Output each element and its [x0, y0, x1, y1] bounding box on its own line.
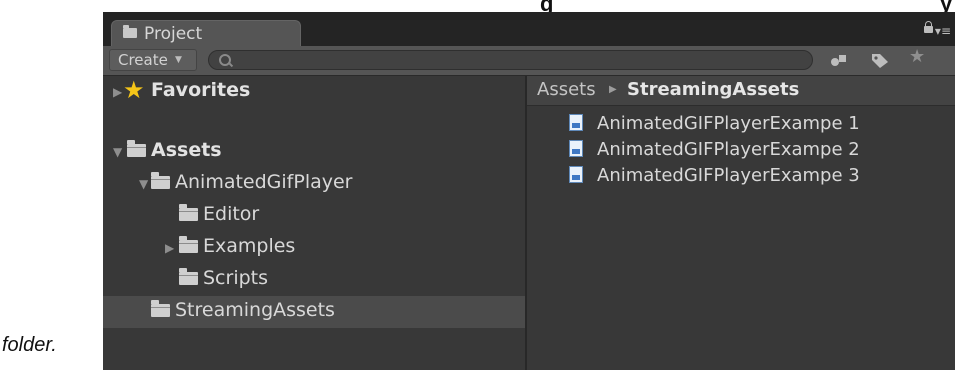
folder-tree: ▶ ★ Favorites ▼ Assets ▼ AnimatedGifPlay… [103, 76, 525, 370]
search-icon [219, 54, 231, 66]
tree-item-animated-gif-player[interactable]: ▼ AnimatedGifPlayer [103, 168, 525, 200]
search-by-label-icon[interactable] [871, 53, 889, 72]
breadcrumb-item-streaming-assets[interactable]: StreamingAssets [627, 79, 799, 100]
tree-item-editor[interactable]: Editor [103, 200, 525, 232]
file-item-label: AnimatedGIFPlayerExampe 1 [597, 113, 860, 134]
window-tab-bar: Project ▾≡ [103, 12, 955, 46]
file-item[interactable]: AnimatedGIFPlayerExampe 1 [527, 111, 955, 137]
file-item-label: AnimatedGIFPlayerExampe 3 [597, 165, 860, 186]
folder-icon [151, 300, 170, 317]
collapse-arrow-icon[interactable]: ▼ [113, 146, 122, 158]
tree-item-label: Scripts [203, 267, 269, 289]
document-heading-fragment: g y [0, 0, 955, 12]
folder-icon [151, 172, 170, 189]
create-button-label: Create [118, 51, 168, 69]
breadcrumb: Assets ▶ StreamingAssets [527, 76, 955, 106]
expand-arrow-icon[interactable]: ▶ [165, 242, 174, 254]
folder-icon [123, 25, 137, 38]
file-item[interactable]: AnimatedGIFPlayerExampe 3 [527, 163, 955, 189]
document-caption: folder. [2, 334, 57, 356]
expand-arrow-icon[interactable]: ▶ [113, 86, 122, 98]
lock-icon[interactable] [924, 21, 933, 33]
tree-item-label: Favorites [151, 79, 251, 101]
image-file-icon [569, 140, 583, 157]
breadcrumb-item-assets[interactable]: Assets [537, 79, 596, 100]
folder-icon [179, 236, 198, 253]
folder-icon [179, 204, 198, 221]
folder-icon [127, 140, 146, 157]
tab-project-label: Project [144, 24, 203, 44]
tree-item-label: Editor [203, 203, 260, 225]
folder-icon [179, 268, 198, 285]
search-field[interactable] [208, 50, 813, 70]
collapse-arrow-icon[interactable]: ▼ [139, 178, 148, 190]
search-by-type-icon[interactable] [830, 53, 848, 70]
favorites-star-icon[interactable]: ★ [909, 48, 925, 66]
tree-item-label: Examples [203, 235, 296, 257]
chevron-down-icon: ▼ [175, 55, 182, 65]
tab-project[interactable]: Project [111, 20, 301, 46]
project-toolbar: Create ▼ ★ [103, 46, 955, 76]
image-file-icon [569, 166, 583, 183]
tree-item-label: AnimatedGifPlayer [175, 171, 353, 193]
breadcrumb-separator-icon: ▶ [609, 84, 617, 95]
file-item[interactable]: AnimatedGIFPlayerExampe 2 [527, 137, 955, 163]
tree-item-assets[interactable]: ▼ Assets [103, 136, 525, 168]
project-window: Project ▾≡ Create ▼ ★ ▶ ★ Favorites ▼ As… [103, 12, 955, 370]
folder-contents: Assets ▶ StreamingAssets AnimatedGIFPlay… [527, 76, 955, 370]
document-heading-text: g [540, 0, 553, 12]
tree-item-scripts[interactable]: Scripts [103, 264, 525, 296]
window-menu-icon[interactable]: ▾≡ [935, 25, 951, 37]
search-input[interactable] [239, 52, 799, 68]
image-file-icon [569, 114, 583, 131]
tree-item-examples[interactable]: ▶ Examples [103, 232, 525, 264]
tree-item-favorites[interactable]: ▶ ★ Favorites [103, 76, 525, 108]
favorites-star-icon: ★ [123, 76, 145, 104]
file-item-label: AnimatedGIFPlayerExampe 2 [597, 139, 860, 160]
tree-item-streaming-assets[interactable]: StreamingAssets [103, 296, 525, 328]
tree-item-label: Assets [151, 139, 222, 161]
tree-item-label: StreamingAssets [175, 299, 335, 321]
document-heading-text-end: y [940, 0, 952, 12]
create-button[interactable]: Create ▼ [109, 49, 197, 71]
